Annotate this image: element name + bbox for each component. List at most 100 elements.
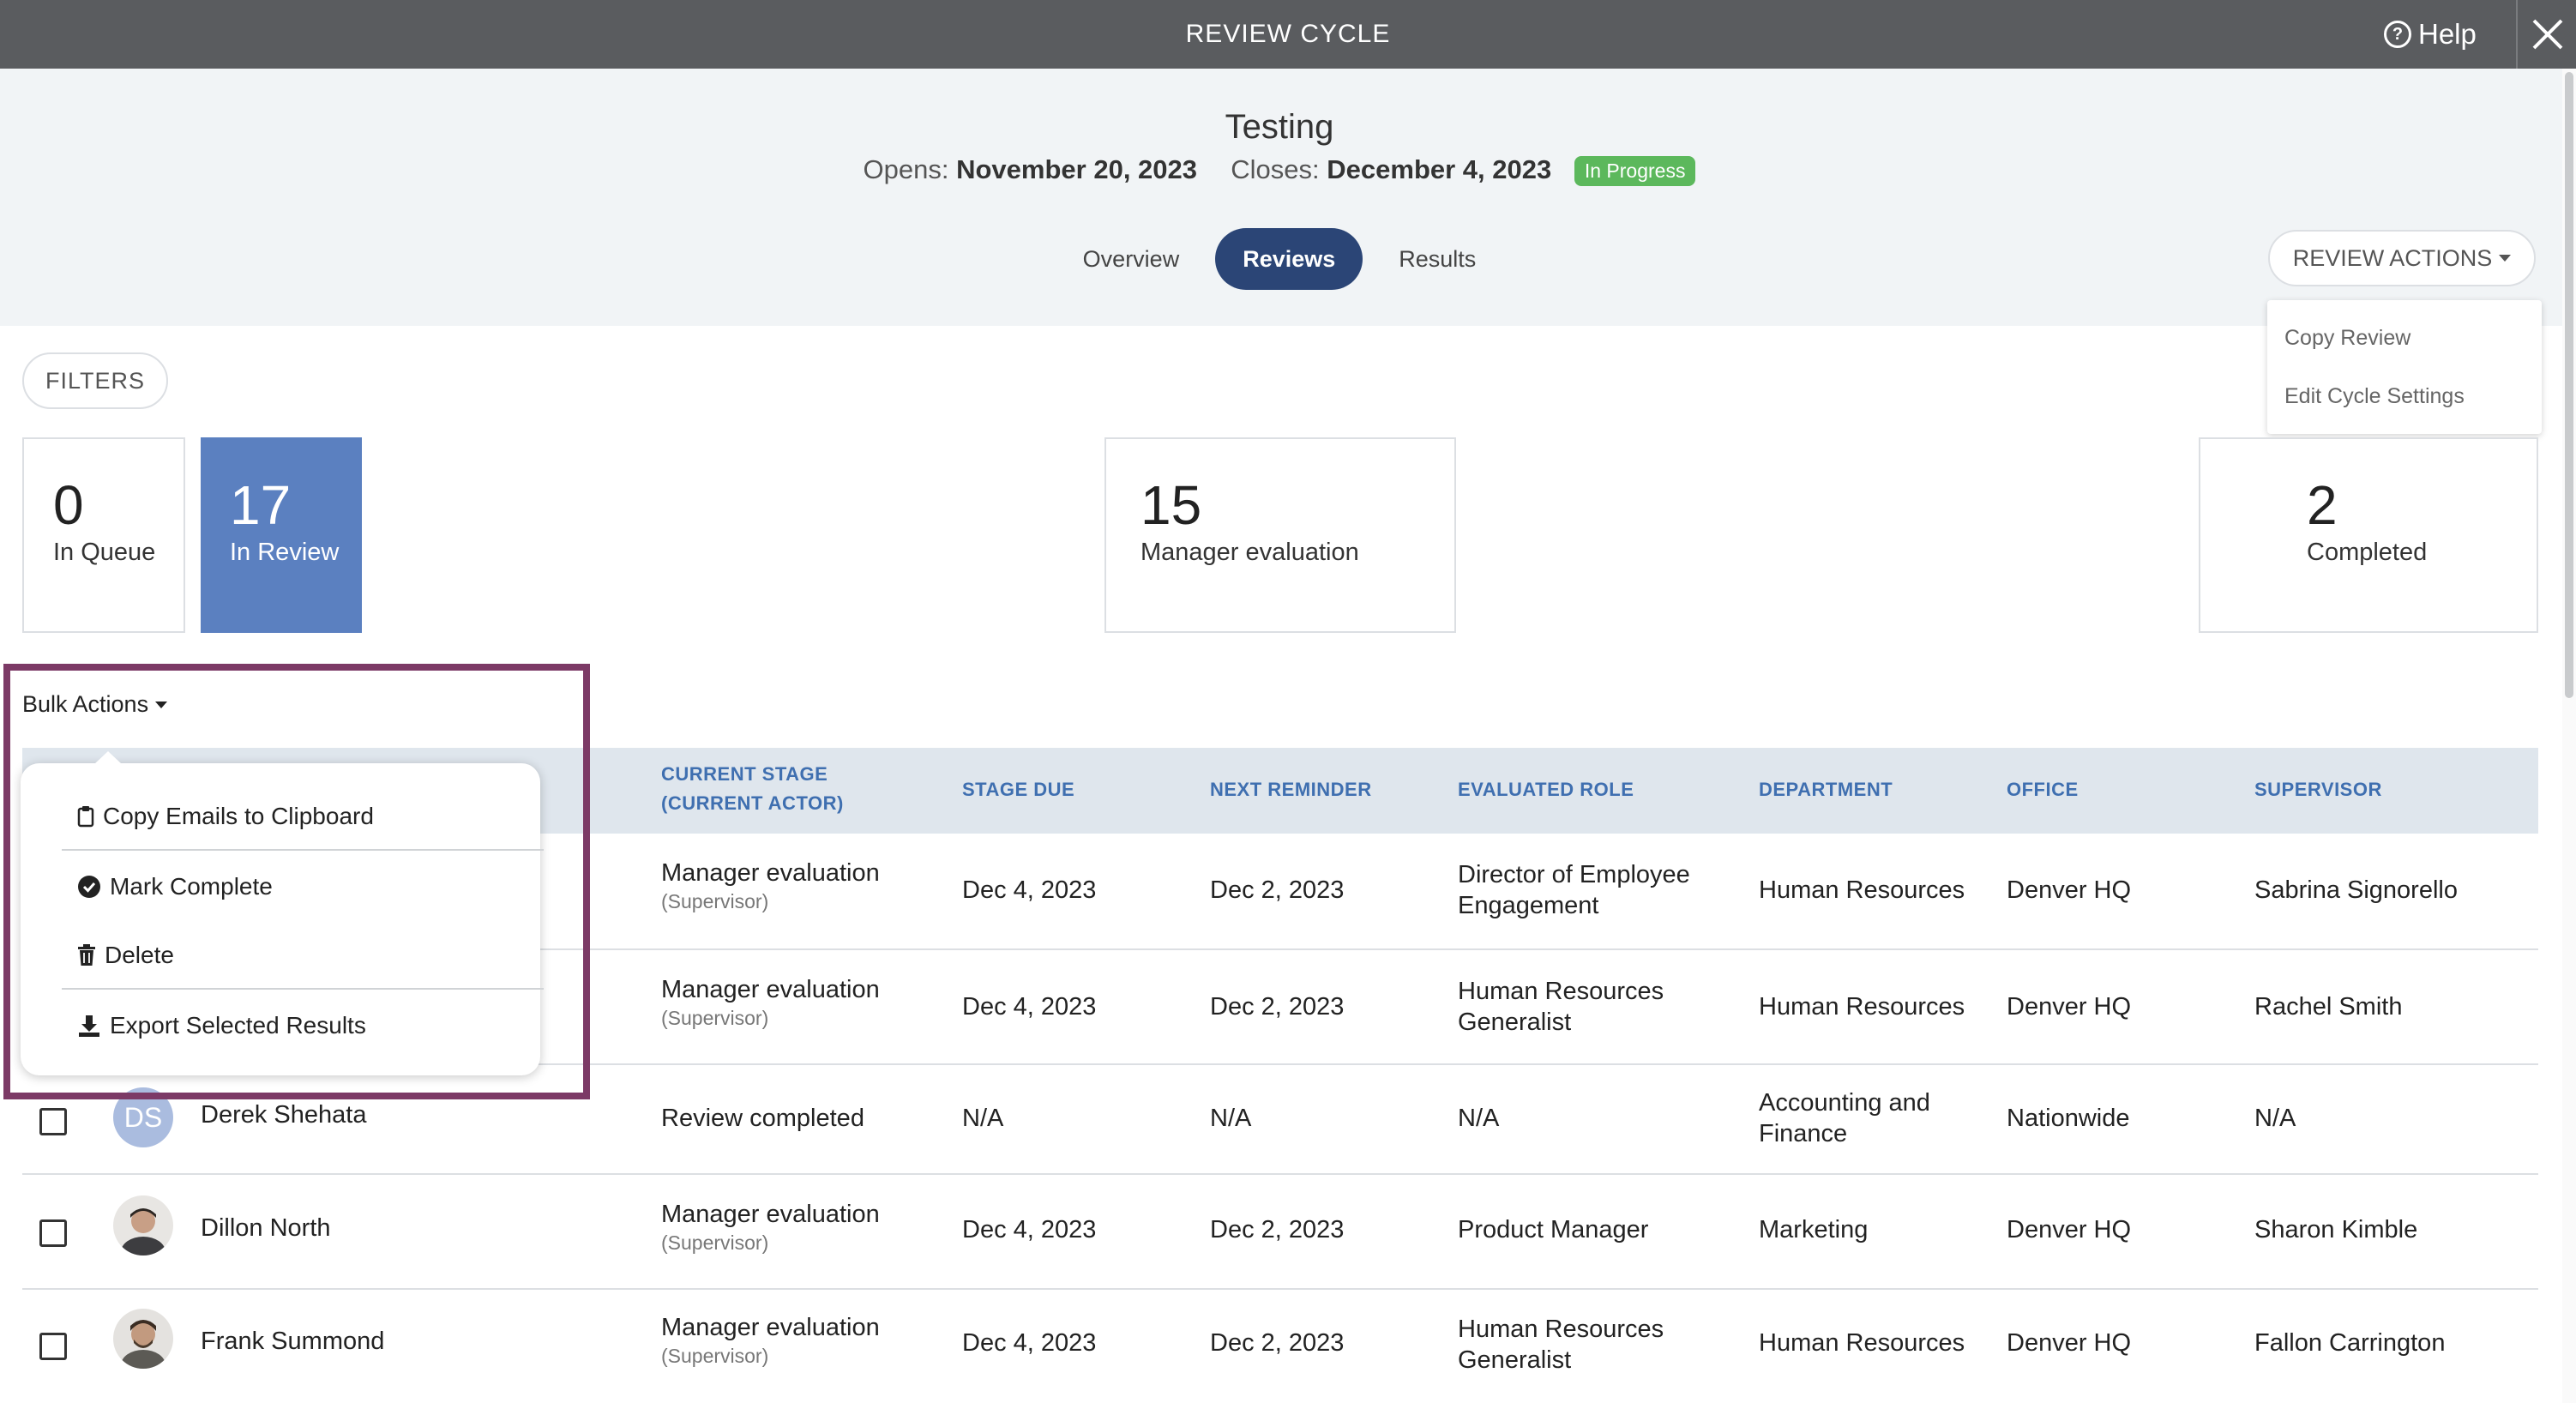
department-cell: Marketing <box>1759 1216 1869 1243</box>
supervisor-cell: Rachel Smith <box>2254 993 2403 1021</box>
bulk-actions-label: Bulk Actions <box>22 691 149 717</box>
next-reminder-cell: Dec 2, 2023 <box>1210 993 1345 1021</box>
supervisor-cell: Sharon Kimble <box>2254 1216 2418 1243</box>
tab-results[interactable]: Results <box>1371 228 1503 290</box>
column-header-current-stage[interactable]: CURRENT STAGE (CURRENT ACTOR) <box>661 760 844 818</box>
evaluated-role-cell: Director of Employee Engagement <box>1458 861 1690 919</box>
department-cell: Human Resources <box>1759 876 1965 904</box>
menu-item-label: Copy Emails to Clipboard <box>103 803 374 829</box>
employee-name[interactable]: Frank Summond <box>201 1326 384 1357</box>
employee-name[interactable]: Derek Shehata <box>201 1099 366 1130</box>
status-badge: In Progress <box>1574 156 1696 187</box>
next-reminder-cell: N/A <box>1210 1105 1252 1132</box>
row-checkbox[interactable] <box>39 1333 67 1360</box>
stage-cell: Manager evaluation (Supervisor) <box>661 1314 880 1367</box>
tab-overview[interactable]: Overview <box>1056 228 1207 290</box>
department-cell: Human Resources <box>1759 993 1965 1021</box>
review-actions-menu: Copy Review Edit Cycle Settings <box>2267 300 2542 434</box>
department-cell: Accounting and Finance <box>1759 1089 1930 1147</box>
menu-item-copy-review[interactable]: Copy Review <box>2267 309 2542 367</box>
download-icon <box>79 1015 99 1037</box>
menu-item-label: Export Selected Results <box>110 1012 366 1039</box>
tab-bar: Overview Reviews Results <box>0 228 2576 290</box>
column-header-stage-due[interactable]: STAGE DUE <box>962 775 1074 804</box>
stat-value: 17 <box>230 474 292 536</box>
bulk-actions-menu: Copy Emails to Clipboard Mark Complete D… <box>21 751 544 1075</box>
menu-divider <box>62 988 544 990</box>
column-header-evaluated-role[interactable]: EVALUATED ROLE <box>1458 775 1634 804</box>
stage-due-cell: N/A <box>962 1105 1004 1132</box>
supervisor-cell: Fallon Carrington <box>2254 1329 2446 1357</box>
help-button[interactable]: ? Help <box>2384 0 2477 69</box>
stat-card-completed[interactable]: 2 Completed <box>2199 437 2538 633</box>
row-checkbox[interactable] <box>39 1219 67 1247</box>
stat-card-in-review[interactable]: 17 In Review <box>201 437 362 633</box>
evaluated-role-cell: N/A <box>1458 1105 1500 1132</box>
stage-cell: Manager evaluation (Supervisor) <box>661 1201 880 1254</box>
column-header-supervisor[interactable]: SUPERVISOR <box>2254 775 2382 804</box>
stage-due-cell: Dec 4, 2023 <box>962 876 1097 904</box>
opens-date: November 20, 2023 <box>956 154 1198 184</box>
table-row[interactable]: Dillon North Manager evaluation (Supervis… <box>22 1175 2538 1290</box>
bulk-actions-button[interactable]: Bulk Actions <box>22 691 168 718</box>
table-row[interactable]: Frank Summond Manager evaluation (Supervi… <box>22 1290 2538 1403</box>
menu-divider <box>62 849 544 851</box>
office-cell: Nationwide <box>2007 1105 2130 1132</box>
stat-label: In Review <box>230 539 340 566</box>
office-cell: Denver HQ <box>2007 1216 2132 1243</box>
cycle-title: Testing <box>1225 108 1334 146</box>
column-header-next-reminder[interactable]: NEXT REMINDER <box>1210 775 1372 804</box>
scrollbar-thumb[interactable] <box>2565 72 2573 698</box>
window-title: REVIEW CYCLE <box>1185 20 1391 48</box>
next-reminder-cell: Dec 2, 2023 <box>1210 1329 1345 1357</box>
filters-button[interactable]: FILTERS <box>22 352 168 409</box>
tab-reviews[interactable]: Reviews <box>1215 228 1363 290</box>
evaluated-role-cell: Human Resources Generalist <box>1458 978 1664 1036</box>
stage-due-cell: Dec 4, 2023 <box>962 1216 1097 1243</box>
caret-down-icon <box>2499 255 2512 262</box>
top-bar: REVIEW CYCLE ? Help <box>0 0 2576 69</box>
evaluated-role-cell: Human Resources Generalist <box>1458 1316 1664 1374</box>
opens-label: Opens: <box>863 154 949 184</box>
column-header-office[interactable]: OFFICE <box>2007 775 2079 804</box>
menu-pointer <box>94 751 122 764</box>
avatar <box>113 1195 173 1255</box>
closes-date: December 4, 2023 <box>1327 154 1552 184</box>
stage-cell: Review completed <box>661 1105 864 1132</box>
menu-item-mark-complete[interactable]: Mark Complete <box>21 852 540 921</box>
office-cell: Denver HQ <box>2007 993 2132 1021</box>
stage-cell: Manager evaluation (Supervisor) <box>661 859 880 912</box>
next-reminder-cell: Dec 2, 2023 <box>1210 1216 1345 1243</box>
closes-label: Closes: <box>1231 154 1320 184</box>
stage-cell: Manager evaluation (Supervisor) <box>661 976 880 1029</box>
employee-name[interactable]: Dillon North <box>201 1213 331 1243</box>
supervisor-cell: Sabrina Signorello <box>2254 876 2458 904</box>
menu-item-export-selected[interactable]: Export Selected Results <box>21 991 540 1060</box>
stat-card-manager-evaluation[interactable]: 15 Manager evaluation <box>1104 437 1456 633</box>
scrollbar[interactable] <box>2562 69 2576 1403</box>
stat-card-in-queue[interactable]: 0 In Queue <box>22 437 185 633</box>
review-actions-button[interactable]: REVIEW ACTIONS <box>2268 230 2536 286</box>
menu-item-delete[interactable]: Delete <box>21 921 540 990</box>
office-cell: Denver HQ <box>2007 1329 2132 1357</box>
trash-icon <box>78 944 95 966</box>
stat-value: 0 <box>53 474 84 536</box>
next-reminder-cell: Dec 2, 2023 <box>1210 876 1345 904</box>
help-label: Help <box>2418 18 2477 50</box>
supervisor-cell: N/A <box>2254 1105 2296 1132</box>
stage-due-cell: Dec 4, 2023 <box>962 1329 1097 1357</box>
menu-item-label: Mark Complete <box>110 873 273 900</box>
avatar <box>113 1309 173 1369</box>
stage-due-cell: Dec 4, 2023 <box>962 993 1097 1021</box>
close-icon <box>2532 19 2563 50</box>
row-checkbox[interactable] <box>39 1108 67 1135</box>
review-actions-label: REVIEW ACTIONS <box>2292 244 2493 271</box>
menu-item-label: Delete <box>105 942 174 968</box>
close-button[interactable] <box>2516 0 2576 69</box>
clipboard-icon <box>77 806 94 828</box>
cycle-dates: Opens: November 20, 2023 Closes: Decembe… <box>0 154 2559 187</box>
stat-label: Manager evaluation <box>1141 539 1359 566</box>
menu-item-copy-emails[interactable]: Copy Emails to Clipboard <box>21 782 540 851</box>
column-header-department[interactable]: DEPARTMENT <box>1759 775 1893 804</box>
menu-item-edit-cycle-settings[interactable]: Edit Cycle Settings <box>2267 367 2542 425</box>
